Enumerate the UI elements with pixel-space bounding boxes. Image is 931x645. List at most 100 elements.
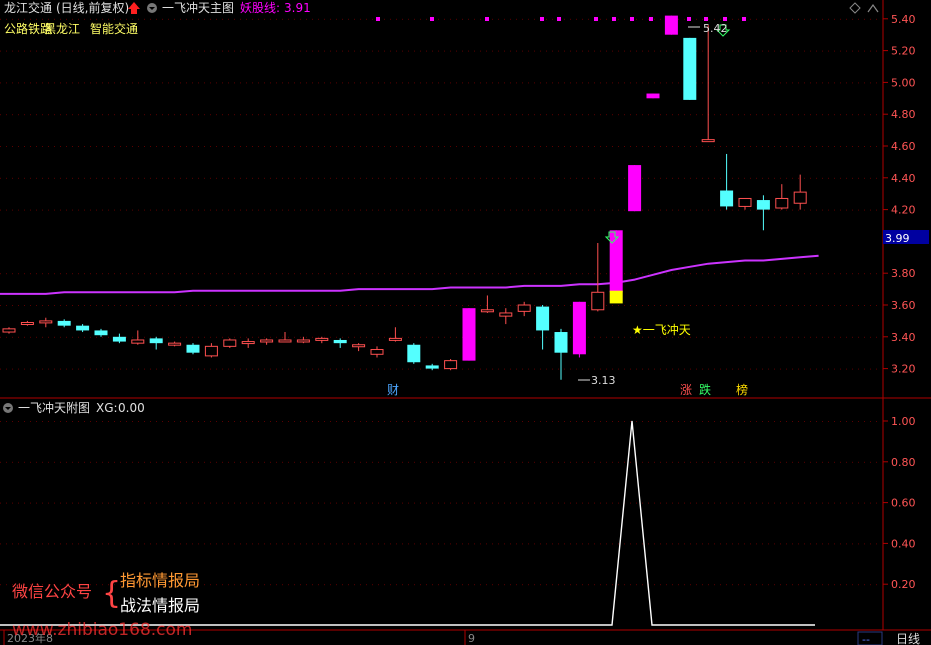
candle-body xyxy=(425,365,439,369)
event-bang[interactable]: 榜 xyxy=(736,382,748,397)
watermark-brace: { xyxy=(102,576,121,611)
candle-body xyxy=(480,309,494,313)
candle xyxy=(462,308,476,361)
xg-label: XG: xyxy=(96,401,118,415)
candle-body xyxy=(591,291,605,311)
price-tick-label: 5.00 xyxy=(891,76,916,89)
candle-body xyxy=(20,321,34,325)
candle-body xyxy=(278,339,292,343)
event-cai[interactable]: 财 xyxy=(387,383,399,397)
sub-tick-label: 0.80 xyxy=(891,456,916,469)
top-marker xyxy=(687,17,691,21)
period-button[interactable]: 日线 xyxy=(896,632,920,645)
candle-body xyxy=(333,339,347,344)
candle-body xyxy=(76,325,90,331)
candle-body xyxy=(131,339,145,344)
event-die[interactable]: 跌 xyxy=(699,382,711,397)
candle xyxy=(628,165,642,212)
low-label: 3.13 xyxy=(591,374,616,387)
zoom-dashes: -- xyxy=(862,633,870,645)
top-marker xyxy=(376,17,380,21)
candle-body xyxy=(296,339,310,343)
sector-3[interactable]: 智能交通 xyxy=(90,21,138,36)
candle-body xyxy=(499,312,513,317)
candle xyxy=(444,359,458,371)
candle-body xyxy=(720,190,734,207)
date-label-sep: 9 xyxy=(468,632,475,645)
candle-body xyxy=(168,342,182,346)
candle-body xyxy=(793,191,807,204)
candle-body xyxy=(149,338,163,344)
event-zhang[interactable]: 涨 xyxy=(680,382,692,397)
candle-body xyxy=(609,230,623,293)
candle-body xyxy=(407,344,421,363)
watermark-prefix: 微信公众号 xyxy=(12,582,92,601)
candle-body xyxy=(683,37,697,100)
candle-body xyxy=(756,200,770,210)
top-marker xyxy=(723,17,727,21)
top-marker xyxy=(649,17,653,21)
yao-line-value: 3.91 xyxy=(284,1,311,15)
candle-body xyxy=(388,337,402,341)
top-marker xyxy=(540,17,544,21)
candle-body xyxy=(112,336,126,342)
top-marker xyxy=(485,17,489,21)
sub-tick-label: 0.20 xyxy=(891,578,916,591)
candle-body xyxy=(517,304,531,312)
watermark-line2: 战法情报局 xyxy=(120,596,200,615)
top-marker xyxy=(430,17,434,21)
candle-body xyxy=(370,349,384,355)
indicator-name[interactable]: 一飞冲天主图 xyxy=(162,0,234,15)
candle-body xyxy=(572,301,586,355)
stock-name: 龙江交通 xyxy=(4,0,52,15)
top-marker xyxy=(557,17,561,21)
price-tick-label: 3.40 xyxy=(891,331,916,344)
price-tick-label: 4.60 xyxy=(891,140,916,153)
candle-body xyxy=(204,345,218,357)
candle-body xyxy=(738,197,752,207)
candle-body xyxy=(628,165,642,212)
candle-body xyxy=(57,320,71,326)
sub-tick-label: 0.40 xyxy=(891,537,916,550)
high-label: 5.42 xyxy=(703,22,728,35)
price-tick-label: 3.60 xyxy=(891,299,916,312)
price-tick-label: 4.80 xyxy=(891,108,916,121)
sub-tick-label: 0.60 xyxy=(891,497,916,510)
candle-body xyxy=(646,93,660,99)
candle-body xyxy=(260,339,274,343)
stock-chart[interactable]: 5.40 5.20 5.00 4.80 4.60 4.40 4.20 3.80 3.60 3.40… xyxy=(0,0,931,645)
watermark-url: www.zhibiao168.com xyxy=(12,620,192,640)
candle xyxy=(186,343,200,355)
candle-body xyxy=(223,339,237,347)
candle-body xyxy=(2,328,16,333)
xg-value: 0.00 xyxy=(118,401,145,415)
star-marker-body xyxy=(609,290,623,304)
candle-body xyxy=(462,308,476,361)
top-marker xyxy=(742,17,746,21)
price-tick-label: 5.20 xyxy=(891,45,916,58)
price-tick-label: 4.20 xyxy=(891,204,916,217)
current-price: 3.99 xyxy=(885,232,910,245)
price-tick-label: 3.80 xyxy=(891,267,916,280)
candle xyxy=(572,301,586,358)
candle-body xyxy=(536,306,550,331)
candle xyxy=(646,93,660,99)
yao-line-label: 妖股线: xyxy=(240,1,280,15)
candle xyxy=(683,37,697,100)
sector-2[interactable]: 黑龙江 xyxy=(44,22,80,36)
top-marker xyxy=(704,17,708,21)
candle-body xyxy=(39,320,53,324)
candle xyxy=(609,230,623,304)
candle-body xyxy=(444,360,458,370)
price-tick-label: 3.20 xyxy=(891,363,916,376)
watermark-line1: 指标情报局 xyxy=(120,571,200,590)
price-tick-label: 4.40 xyxy=(891,172,916,185)
candle xyxy=(407,343,421,364)
top-marker xyxy=(594,17,598,21)
candle-body xyxy=(701,139,715,143)
sub-indicator-name[interactable]: 一飞冲天附图 xyxy=(18,400,90,415)
candle-body xyxy=(241,341,255,345)
candle-body xyxy=(664,15,678,35)
candle-body xyxy=(775,197,789,209)
candle-body xyxy=(186,344,200,353)
